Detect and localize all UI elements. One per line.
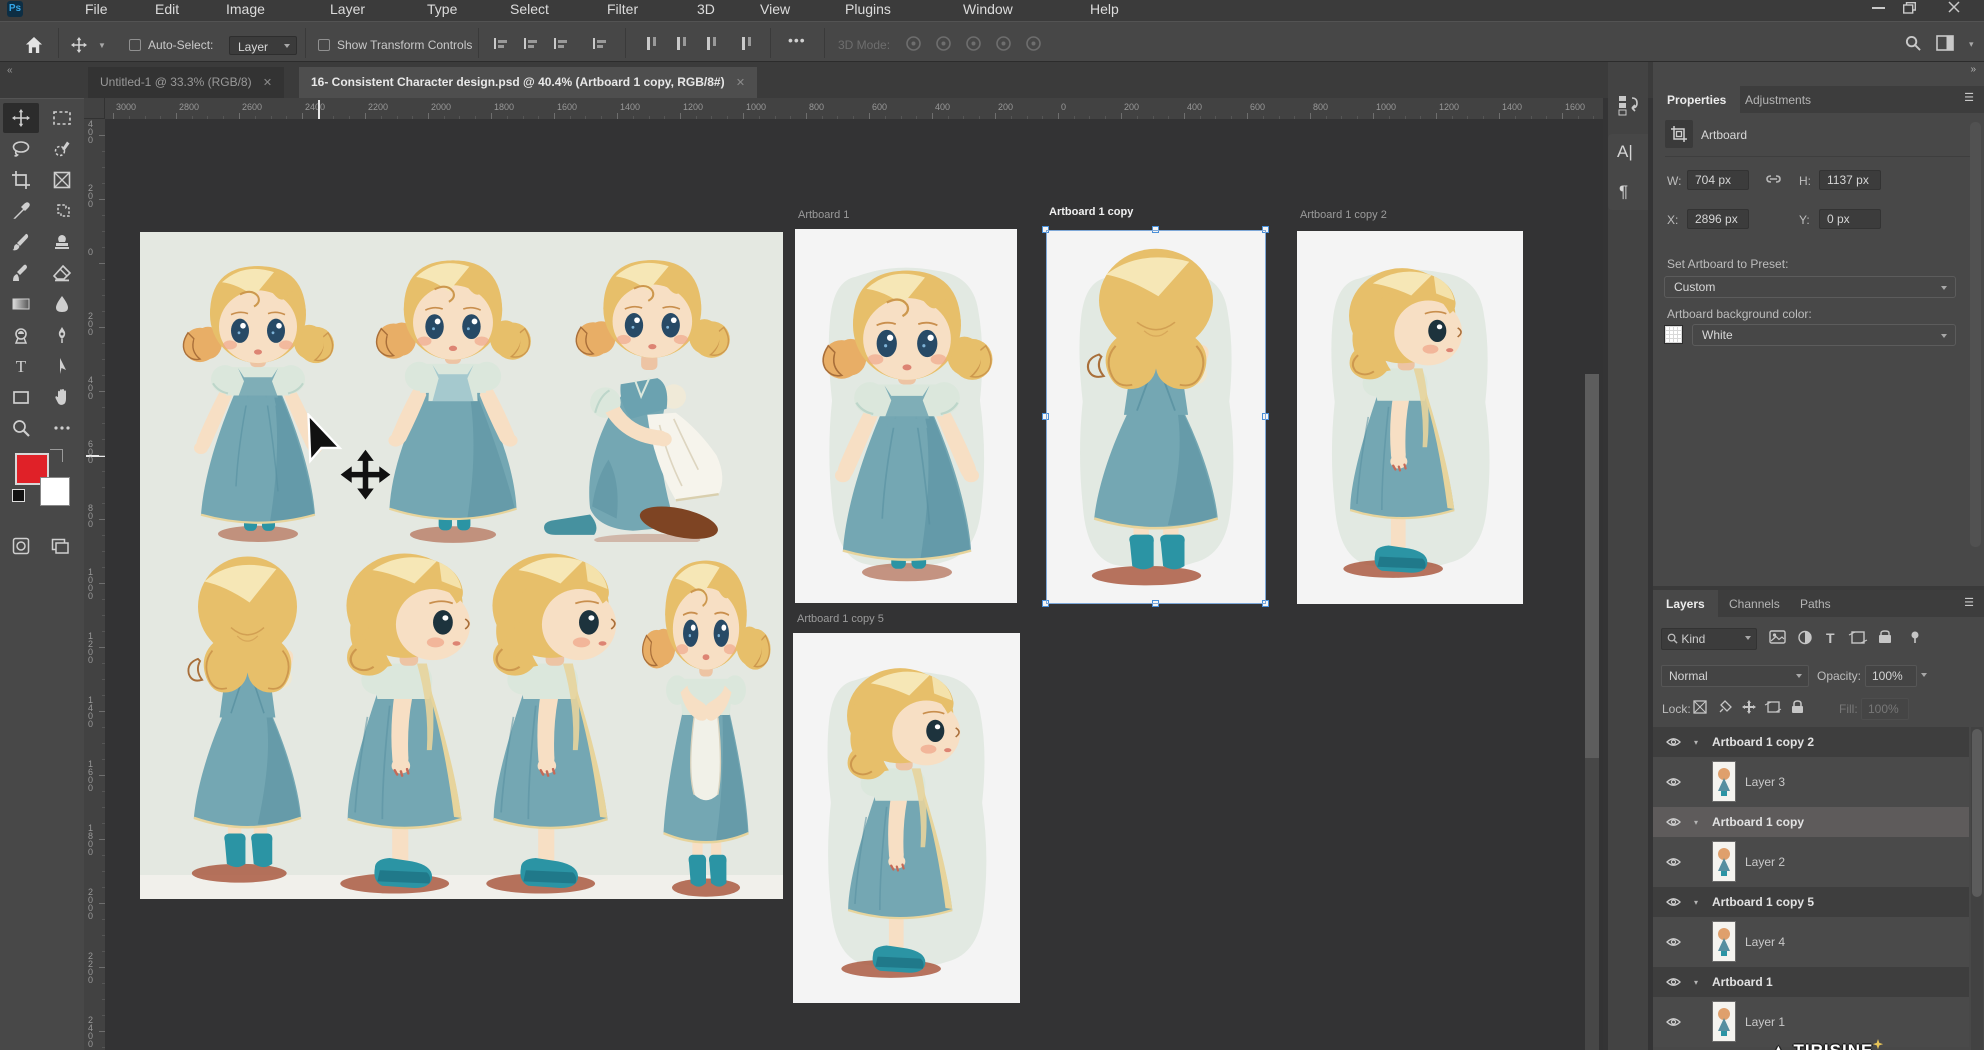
svg-text:T: T (1826, 630, 1835, 645)
svg-text:T: T (16, 357, 27, 375)
